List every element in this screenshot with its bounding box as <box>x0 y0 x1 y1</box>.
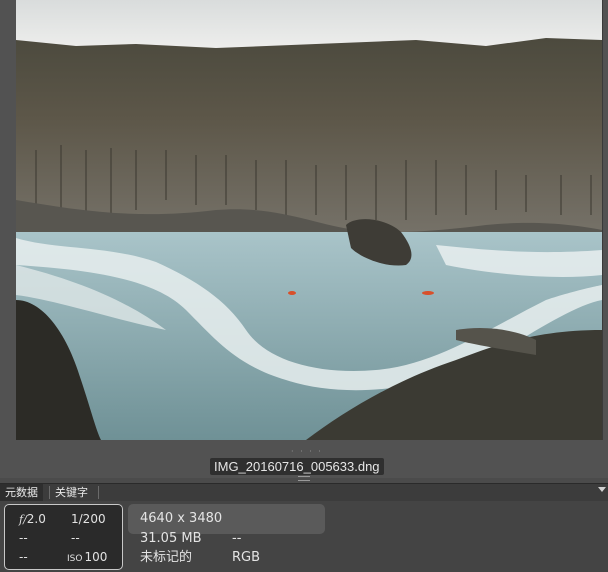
label-status: 未标记的 <box>140 550 193 565</box>
resize-handle-dots[interactable]: · · · · <box>291 447 323 456</box>
file-size: 31.05 MB <box>140 531 202 546</box>
camera-data-box: f/2.0 1/200 -- -- -- ISO 100 <box>4 504 123 570</box>
preview-image[interactable] <box>16 0 603 440</box>
metadata-panel: f/2.0 1/200 -- -- -- ISO 100 4640 x 3480 … <box>0 501 608 572</box>
tab-separator <box>98 486 99 499</box>
aperture-f-symbol: f/ <box>19 513 27 526</box>
panel-menu-chevron-down-icon[interactable] <box>598 487 606 492</box>
panel-splitter-grip[interactable] <box>298 476 310 481</box>
aperture-value: f/2.0 <box>19 512 46 526</box>
iso-value: ISO 100 <box>67 550 108 564</box>
iso-label: ISO <box>67 554 83 564</box>
metering-value: -- <box>19 531 28 545</box>
preview-area: · · · · IMG_20160716_005633.dng <box>0 0 608 478</box>
white-balance-value: -- <box>19 550 28 564</box>
exposure-comp-value: -- <box>71 531 80 545</box>
color-mode: RGB <box>232 550 261 565</box>
file-size-extra: -- <box>232 531 242 546</box>
filename-label: IMG_20160716_005633.dng <box>210 458 384 475</box>
image-dimensions: 4640 x 3480 <box>140 511 223 526</box>
shutter-value: 1/200 <box>71 512 106 526</box>
panel-tab-bar: 元数据 关键字 <box>0 483 608 502</box>
tab-metadata[interactable]: 元数据 <box>0 484 43 501</box>
tab-keywords[interactable]: 关键字 <box>50 484 93 501</box>
